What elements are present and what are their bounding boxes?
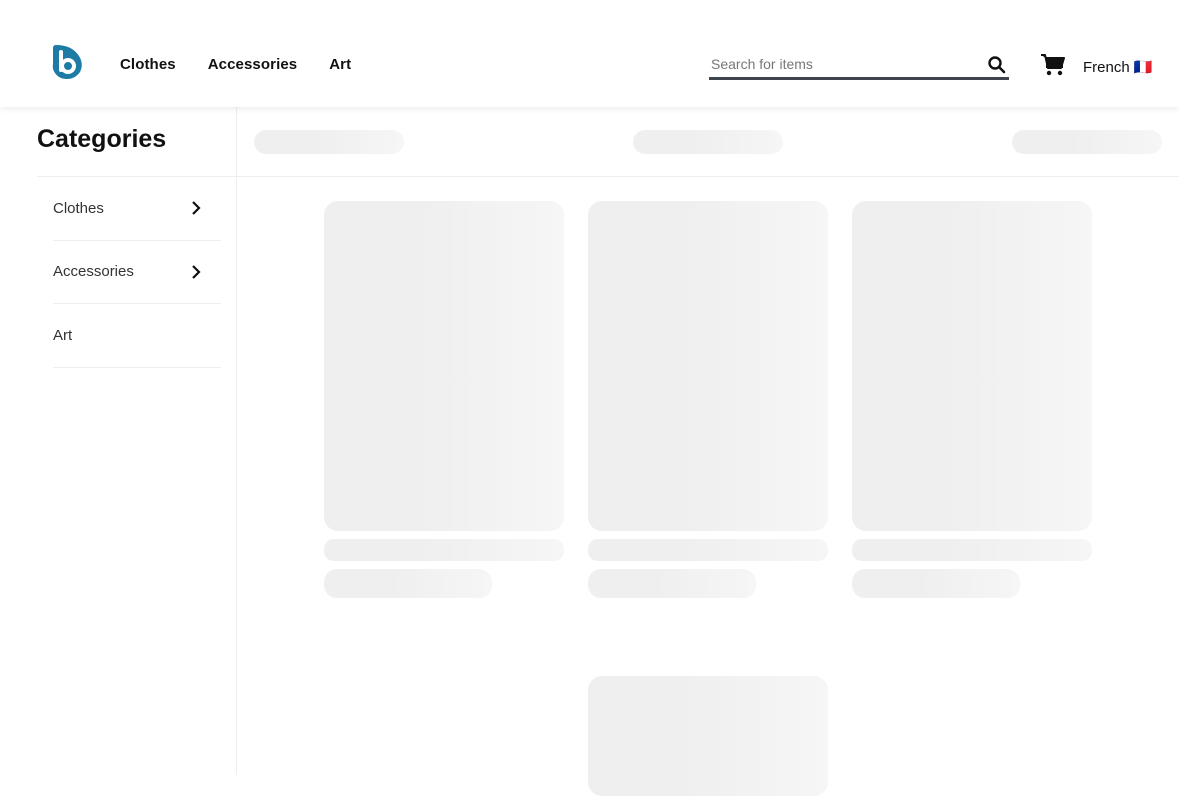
category-label: Accessories [53,263,134,281]
category-item-accessories[interactable]: Accessories [53,241,221,304]
search-bar [709,52,1009,80]
sidebar: Categories Clothes Accessories Art [0,107,237,775]
product-card-skeleton-image [324,201,564,531]
category-list: Clothes Accessories Art [53,177,221,368]
product-card-skeleton-title [852,539,1092,561]
nav-link-clothes[interactable]: Clothes [120,56,176,73]
sidebar-title: Categories [37,125,167,153]
category-item-art[interactable]: Art [53,304,221,368]
brand-logo-icon[interactable] [50,44,84,80]
chevron-right-icon[interactable] [189,264,203,279]
toolbar-divider [237,176,1179,177]
search-input[interactable] [711,56,971,72]
nav-link-art[interactable]: Art [329,56,351,73]
product-card-skeleton-price [852,569,1020,598]
product-card-skeleton-image [588,201,828,531]
language-selector[interactable]: French 🇫🇷 [1083,58,1153,76]
header: Clothes Accessories Art French 🇫🇷 [0,0,1179,107]
search-icon[interactable] [987,55,1007,75]
toolbar-skeleton-left [254,130,404,154]
toolbar-skeleton-right [1012,130,1162,154]
product-card-skeleton-title [588,539,828,561]
chevron-right-icon[interactable] [189,201,203,216]
category-item-clothes[interactable]: Clothes [53,177,221,241]
nav-link-accessories[interactable]: Accessories [208,56,298,73]
category-label: Clothes [53,199,104,217]
product-card-skeleton-price [324,569,492,598]
category-label: Art [53,326,73,344]
product-card-skeleton-price [588,569,756,598]
product-card-skeleton-image [852,201,1092,531]
product-card-skeleton-title [324,539,564,561]
toolbar-skeleton-center [633,130,783,154]
shopping-cart-icon[interactable] [1040,53,1065,77]
main-nav: Clothes Accessories Art [120,56,351,73]
product-card-skeleton-image [588,676,828,796]
